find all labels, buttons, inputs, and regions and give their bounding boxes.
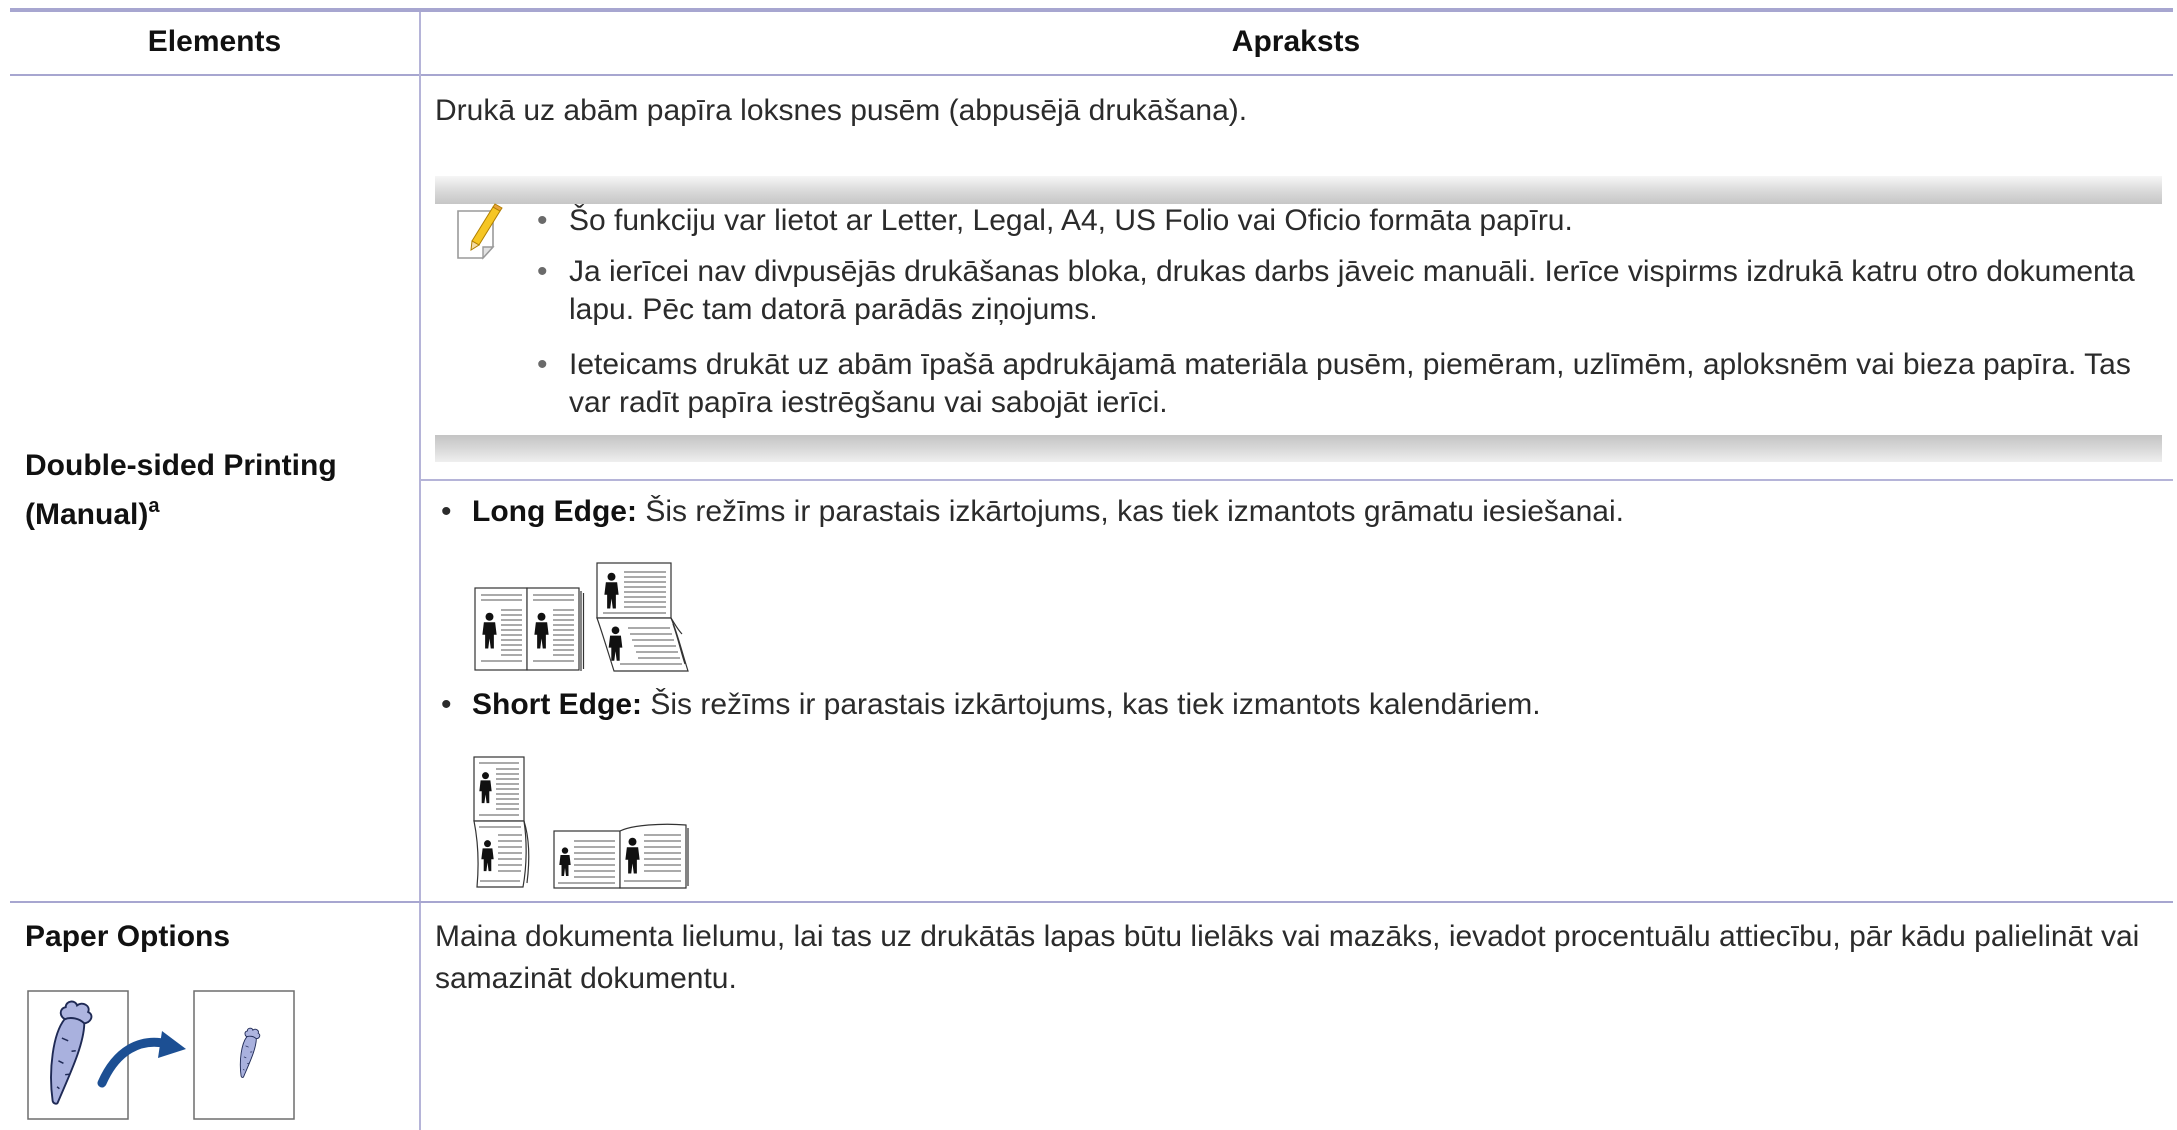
note-pencil-icon <box>457 203 503 260</box>
paper-options-description: Maina dokumenta lielumu, lai tas uz druk… <box>435 920 2140 995</box>
landscape-book <box>553 823 689 889</box>
short-edge-binding-icon <box>473 756 689 889</box>
long-edge-text: Šis režīms ir parastais izkārtojums, kas… <box>645 495 1624 528</box>
column-divider <box>419 12 421 1130</box>
double-sided-label-text: Double-sided Printing (Manual) <box>25 449 337 531</box>
note-bullet-1: Šo funkciju var lietot ar Letter, Legal,… <box>537 202 2159 240</box>
header-elements: Elements <box>147 25 282 58</box>
long-edge-binding-icon <box>474 562 689 672</box>
manual-page: Elements Apraksts Double-sided Printing … <box>0 0 2177 1130</box>
note-bullet-3: Ieteicams drukāt uz abām īpašā apdrukāja… <box>537 346 2159 421</box>
long-edge-option: Long Edge: Šis režīms ir parastais izkār… <box>441 493 2162 531</box>
short-edge-text: Šis režīms ir parastais izkārtojums, kas… <box>650 688 1541 721</box>
header-bottom-rule <box>10 74 2173 76</box>
table-top-rule <box>10 8 2173 12</box>
scale-document-icon <box>27 990 295 1120</box>
header-description: Apraksts <box>1231 25 1361 58</box>
double-sided-label: Double-sided Printing (Manual)a <box>25 441 405 539</box>
footnote-mark: a <box>148 495 160 517</box>
long-edge-name: Long Edge: <box>472 495 637 528</box>
note-bottom-bar <box>435 435 2162 462</box>
double-sided-description: Drukā uz abām papīra loksnes pusēm (abpu… <box>435 94 1248 127</box>
short-edge-option: Short Edge: Šis režīms ir parastais izkā… <box>441 686 2162 724</box>
note-top-bar <box>435 176 2162 204</box>
paper-options-label: Paper Options <box>25 920 231 953</box>
short-edge-name: Short Edge: <box>472 688 642 721</box>
options-divider <box>419 479 2173 481</box>
row-separator <box>10 901 2173 903</box>
note-bullet-2: Ja ierīcei nav divpusējās drukāšanas blo… <box>537 253 2159 328</box>
